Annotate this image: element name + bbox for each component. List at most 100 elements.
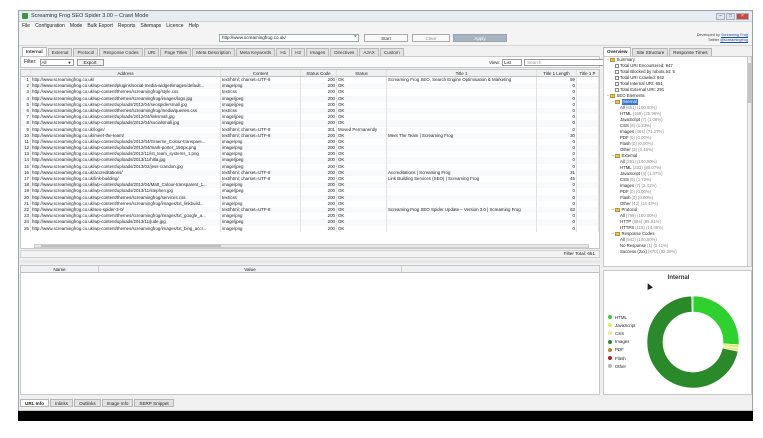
splitter[interactable] <box>20 260 600 263</box>
column-header-status[interactable]: Status <box>337 70 387 76</box>
legend-label: CSS <box>615 330 625 336</box>
column-header-title-1[interactable]: Title 1 <box>387 70 537 76</box>
menu-configuration[interactable]: Configuration <box>35 23 65 29</box>
taskbar-strip <box>18 411 753 421</box>
tree-item-count: (870) (92.36%) <box>647 249 677 254</box>
chart-title: Internal <box>667 275 690 281</box>
clear-url-icon[interactable]: × <box>354 34 357 40</box>
legend-label: Other <box>615 363 626 369</box>
legend-item-javascript: JavaScript <box>608 321 636 329</box>
view-select[interactable]: List <box>502 59 523 66</box>
tab-serp-snippet[interactable]: SERP Snippet <box>134 399 174 407</box>
tab-meta-description[interactable]: Meta Description <box>192 48 235 56</box>
main-tabs: Internal External Protocol Response Codes UR… <box>20 47 600 56</box>
document-icon <box>615 64 619 68</box>
legend-item-flash: Flash <box>608 354 636 362</box>
tab-url-info[interactable]: URL Info <box>20 399 50 407</box>
overview-tree: − Summary Total URI Encountered: 947 Total … <box>603 56 752 267</box>
dev-text: Developed by <box>696 33 720 37</box>
horizontal-scrollbar[interactable] <box>34 244 589 248</box>
legend-swatch <box>608 323 612 328</box>
menu-reports[interactable]: Reports <box>118 23 136 29</box>
legend-label: PDF <box>615 347 624 353</box>
tab-protocol[interactable]: Protocol <box>73 48 99 56</box>
bottom-tabs: URL Info Inlinks Outlinks Image Info SERP Sn… <box>20 399 174 407</box>
tab-response-times[interactable]: Response Times <box>669 48 712 56</box>
developer-credit: Developed by Screaming Frog Twitter @scr… <box>697 33 748 43</box>
tab-image-info[interactable]: Image Info <box>101 399 134 407</box>
url-input[interactable]: http://www.screamingfrog.co.uk/ <box>219 34 359 42</box>
document-icon <box>615 70 619 74</box>
maximize-icon[interactable]: □ <box>726 12 735 20</box>
close-icon[interactable]: × <box>736 12 749 20</box>
tab-h1[interactable]: H1 <box>276 48 291 56</box>
menu-bulk-export[interactable]: Bulk Export <box>87 23 113 29</box>
folder-icon <box>615 232 620 236</box>
table-cell: 0 <box>537 225 577 232</box>
tree-item[interactable]: Success (2xx) (870) (92.36%) <box>604 249 751 255</box>
clear-button[interactable]: Clear <box>412 34 450 42</box>
tab-directives[interactable]: Directives <box>330 48 359 56</box>
search-input[interactable]: Search <box>524 59 611 66</box>
menu-sitemaps[interactable]: Sitemaps <box>140 23 161 29</box>
column-header-address[interactable]: Address <box>31 70 221 76</box>
tab-images[interactable]: Images <box>306 48 330 56</box>
menu-licence[interactable]: Licence <box>166 23 183 29</box>
menu-mode[interactable]: Mode <box>70 23 83 29</box>
legend-swatch <box>608 331 612 336</box>
column-header-title-1-p[interactable]: Title 1 P <box>577 70 599 76</box>
detail-col-value[interactable]: Value <box>99 266 402 272</box>
table-row[interactable]: 25 http://www.screamingfrog.co.uk/wp-cont… <box>21 225 599 232</box>
chart-legend: HTML JavaScript CSS Images PDF Flash Other <box>608 313 636 370</box>
column-header-title-1-length[interactable]: Title 1 Length <box>537 70 577 76</box>
legend-item-css: CSS <box>608 329 636 337</box>
chart-panel: Internal HTML JavaScript CSS Images PDF Flash… <box>603 270 752 395</box>
menu-file[interactable]: File <box>22 23 30 29</box>
scroll-thumb[interactable] <box>748 63 751 103</box>
detail-header: Name Value <box>21 266 599 273</box>
table-cell: 25 <box>21 225 31 232</box>
tab-overview[interactable]: Overview <box>603 47 632 56</box>
tab-uri[interactable]: URI <box>143 48 160 56</box>
document-icon <box>615 82 619 86</box>
filter-value: All <box>41 59 47 65</box>
dev-link[interactable]: Screaming Frog <box>721 33 748 37</box>
tab-custom[interactable]: Custom <box>379 48 404 56</box>
filter-select[interactable]: All ▼ <box>39 58 74 66</box>
folder-icon <box>615 208 620 212</box>
column-header-content[interactable]: Content <box>221 70 301 76</box>
tab-ajax[interactable]: AJAX <box>359 48 379 56</box>
donut-chart <box>646 295 740 389</box>
legend-label: Flash <box>615 355 626 361</box>
start-button[interactable]: Start <box>364 34 408 42</box>
tab-inlinks[interactable]: Inlinks <box>50 399 74 407</box>
scroll-thumb[interactable] <box>41 245 221 247</box>
table-cell: http://www.screamingfrog.co.uk/wp-conten… <box>31 225 221 232</box>
tab-h2[interactable]: H2 <box>291 48 306 56</box>
column-header-status-code[interactable]: Status Code <box>301 70 337 76</box>
tab-internal[interactable]: Internal <box>22 47 47 56</box>
results-table: Address Content Status Code Status Title 1 Ti… <box>20 69 600 249</box>
twitter-link[interactable]: @screamingfrog <box>720 38 748 42</box>
tab-outlinks[interactable]: Outlinks <box>74 399 101 407</box>
detail-col-name[interactable]: Name <box>21 266 99 272</box>
tab-external[interactable]: External <box>47 48 73 56</box>
export-button[interactable]: Export <box>76 58 104 66</box>
legend-swatch <box>608 315 612 320</box>
tab-meta-keywords[interactable]: Meta Keywords <box>235 48 276 56</box>
view-controls: View: List Search <box>489 59 611 66</box>
view-label: View: <box>489 60 501 65</box>
legend-item-other: Other <box>608 362 636 370</box>
main-pane: Internal External Protocol Response Codes UR… <box>20 47 611 409</box>
menu-help[interactable]: Help <box>189 23 199 29</box>
legend-swatch <box>608 356 612 361</box>
table-cell: OK <box>337 225 387 232</box>
column-header-index[interactable] <box>21 70 31 76</box>
legend-label: Images <box>615 339 630 345</box>
tab-response-codes[interactable]: Response Codes <box>99 48 143 56</box>
apply-button[interactable]: Apply <box>453 34 507 42</box>
tab-page-titles[interactable]: Page Titles <box>160 48 192 56</box>
tab-site-structure[interactable]: Site Structure <box>632 48 669 56</box>
minimize-icon[interactable]: – <box>716 12 725 20</box>
vertical-scrollbar[interactable] <box>747 57 751 266</box>
